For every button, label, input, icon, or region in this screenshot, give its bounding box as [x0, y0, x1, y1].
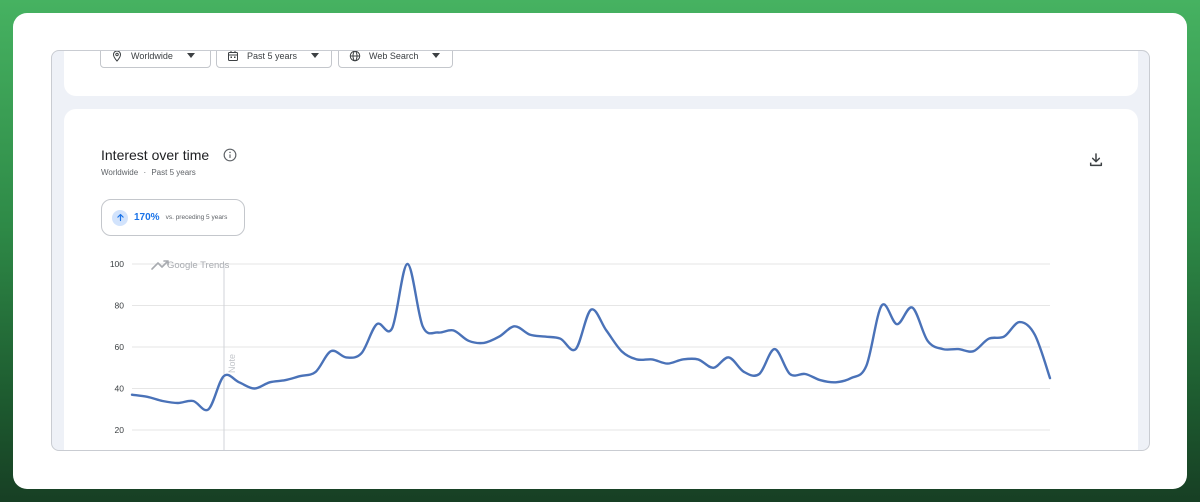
trend-arrow-icon [151, 260, 169, 270]
y-tick-label: 60 [115, 342, 125, 352]
globe-icon [349, 51, 361, 62]
interest-line-chart: 20 40 60 80 100 Google Trends Note [110, 259, 1052, 450]
timeframe-filter-label: Past 5 years [247, 50, 298, 61]
location-filter[interactable]: Worldwide [100, 50, 211, 68]
y-tick-label: 80 [115, 301, 125, 311]
watermark-text: Google Trends [167, 260, 230, 271]
interest-over-time-panel: Interest over time Worldwide · Past 5 ye… [64, 109, 1138, 450]
y-tick-label: 20 [115, 425, 125, 435]
chevron-down-icon [311, 53, 320, 58]
filter-bar: Worldwide Past 5 years Web Search [64, 50, 1138, 96]
google-trends-watermark: Google Trends [151, 260, 230, 271]
calendar-icon [227, 51, 239, 62]
location-filter-label: Worldwide [131, 50, 173, 61]
trends-frame: Worldwide Past 5 years Web Search Intere… [51, 50, 1150, 451]
chevron-down-icon [186, 53, 195, 58]
note-marker-label: Note [227, 354, 237, 373]
location-pin-icon [111, 51, 123, 62]
property-filter[interactable]: Web Search [338, 50, 453, 68]
y-tick-label: 40 [115, 384, 125, 394]
y-tick-label: 100 [110, 259, 124, 269]
chevron-down-icon [432, 53, 441, 58]
property-filter-label: Web Search [369, 50, 419, 61]
timeframe-filter[interactable]: Past 5 years [216, 50, 332, 68]
